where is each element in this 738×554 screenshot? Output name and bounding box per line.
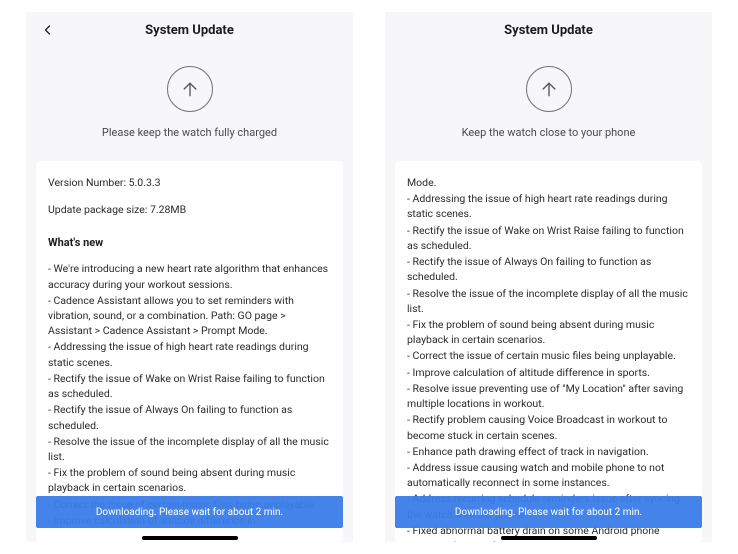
- upload-circle-icon: [526, 66, 572, 112]
- changelog-item: - Rectify the issue of Always On failing…: [407, 254, 690, 284]
- phone-right: System Update Keep the watch close to yo…: [385, 12, 712, 542]
- hero-section: Please keep the watch fully charged: [26, 48, 353, 155]
- upload-circle-icon: [167, 66, 213, 112]
- download-status-text: Downloading. Please wait for about 2 min…: [96, 507, 283, 518]
- changelog-item: - Addressing the issue of high heart rat…: [407, 191, 690, 221]
- update-card[interactable]: Mode. - Addressing the issue of high hea…: [395, 161, 702, 542]
- hero-section: Keep the watch close to your phone: [385, 48, 712, 155]
- changelog-item: - Enhance path drawing effect of track i…: [407, 444, 690, 459]
- changelog-item: - Rectify problem causing Voice Broadcas…: [407, 412, 690, 442]
- changelog-list: - We're introducing a new heart rate alg…: [48, 261, 331, 528]
- download-progress-bar[interactable]: Downloading. Please wait for about 2 min…: [36, 496, 343, 528]
- hero-subtitle: Please keep the watch fully charged: [102, 126, 277, 139]
- changelog-item: - Resolve the issue of the incomplete di…: [48, 434, 331, 464]
- changelog-item: Mode.: [407, 175, 690, 190]
- download-progress-bar[interactable]: Downloading. Please wait for about 2 min…: [395, 496, 702, 528]
- arrow-up-icon: [180, 78, 200, 100]
- home-indicator[interactable]: [501, 536, 597, 540]
- arrow-up-icon: [539, 78, 559, 100]
- page-title: System Update: [38, 23, 341, 38]
- phone-left: System Update Please keep the watch full…: [26, 12, 353, 542]
- changelog-item: - Improve calculation of altitude differ…: [407, 365, 690, 380]
- version-label: Version Number: 5.0.3.3: [48, 175, 331, 190]
- download-status-text: Downloading. Please wait for about 2 min…: [455, 507, 642, 518]
- changelog-item: - Rectify the issue of Wake on Wrist Rai…: [407, 223, 690, 253]
- whats-new-title: What's new: [48, 235, 331, 251]
- changelog-item: - We're introducing a new heart rate alg…: [48, 261, 331, 291]
- package-size-label: Update package size: 7.28MB: [48, 202, 331, 217]
- page-title: System Update: [397, 23, 700, 38]
- changelog-item: - Fix the problem of sound being absent …: [48, 465, 331, 495]
- changelog-item: - Fix the problem of sound being absent …: [407, 317, 690, 347]
- changelog-item: - Cadence Assistant allows you to set re…: [48, 293, 331, 339]
- changelog-item: - Addressing the issue of high heart rat…: [48, 339, 331, 369]
- header: System Update: [26, 12, 353, 48]
- changelog-item: - Resolve issue preventing use of "My Lo…: [407, 381, 690, 411]
- changelog-item: - Rectify the issue of Always On failing…: [48, 402, 331, 432]
- changelog-item: - Rectify the issue of Wake on Wrist Rai…: [48, 371, 331, 401]
- update-card[interactable]: Version Number: 5.0.3.3 Update package s…: [36, 161, 343, 542]
- changelog-item: - Resolve the issue of the incomplete di…: [407, 286, 690, 316]
- changelog-item: - Address issue causing watch and mobile…: [407, 460, 690, 490]
- changelog-list: Mode. - Addressing the issue of high hea…: [407, 175, 690, 542]
- header: System Update: [385, 12, 712, 48]
- changelog-item: - Correct the issue of certain music fil…: [407, 348, 690, 363]
- hero-subtitle: Keep the watch close to your phone: [462, 126, 636, 139]
- home-indicator[interactable]: [142, 536, 238, 540]
